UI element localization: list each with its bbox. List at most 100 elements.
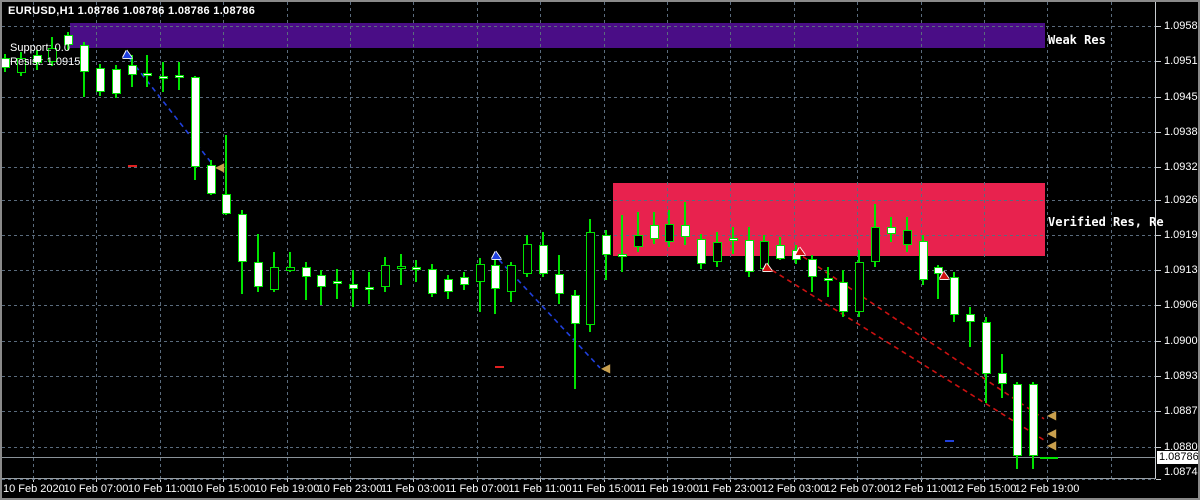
candle-body (523, 244, 532, 274)
price-axis[interactable]: 1.08786 1.09580 1.09515 1.09450 1.09385 1.09… (1156, 2, 1200, 480)
red-dash-marker[interactable] (495, 366, 504, 368)
candle-body (713, 242, 722, 262)
time-axis-label: 12 Feb 19:00 (1014, 483, 1080, 495)
candle-body (96, 68, 105, 92)
time-axis-label: 11 Feb 19:00 (634, 483, 699, 495)
ohlc-header: EURUSD,H1 1.08786 1.08786 1.08786 1.0878… (8, 5, 256, 17)
candle-body (650, 225, 659, 239)
price-axis-tick (1156, 411, 1161, 412)
candle-body (507, 265, 516, 292)
candle-body (555, 274, 564, 294)
current-price-line (2, 457, 1155, 458)
price-axis-tick (1156, 167, 1161, 168)
current-bar-open-tick (1040, 457, 1058, 459)
candle-body (444, 279, 453, 292)
price-axis-label: 1.08935 (1164, 370, 1200, 382)
candle-body (128, 65, 137, 75)
price-axis-label: 1.09000 (1164, 335, 1200, 347)
red-trend-1[interactable] (771, 269, 1045, 441)
candle-body (191, 77, 200, 167)
candle-body (238, 214, 247, 262)
candle-body (254, 262, 263, 287)
candle-body (539, 245, 548, 274)
candle-body (2, 58, 10, 68)
candle-wick (336, 269, 338, 299)
horizontal-gridline (2, 479, 1155, 480)
price-axis-label: 1.09320 (1164, 161, 1200, 173)
price-axis-tick (1156, 479, 1161, 480)
time-axis-label: 11 Feb 15:00 (571, 483, 636, 495)
price-axis-tick (1156, 447, 1161, 448)
weak-res-zone-label: Weak Res (1048, 33, 1106, 47)
candle-body (887, 227, 896, 234)
candle-body (919, 241, 928, 280)
time-axis-label: 11 Feb 03:00 (380, 483, 445, 495)
time-axis-label: 10 Feb 23:00 (317, 483, 383, 495)
gold-triangle[interactable]: ◀ (1047, 439, 1056, 451)
candle-wick (827, 267, 829, 297)
candle-body (998, 373, 1007, 384)
candle-body (491, 265, 500, 289)
gold-triangle[interactable]: ◀ (601, 362, 610, 374)
candle-body (950, 277, 959, 315)
candle-body (571, 295, 580, 324)
current-price-label: 1.08786 (1157, 451, 1198, 464)
candle-body (112, 69, 121, 94)
candle-body (428, 269, 437, 294)
candle-body (745, 240, 754, 272)
candle-body (143, 73, 152, 76)
price-axis-label: 1.09515 (1164, 55, 1200, 67)
time-axis-label: 12 Feb 03:00 (761, 483, 827, 495)
candle-body (776, 245, 785, 259)
price-axis-label: 1.08745 (1164, 466, 1200, 478)
candle-wick (969, 307, 971, 347)
blue-dash-marker[interactable] (945, 440, 954, 442)
resist-label: Resist: 1.09157 (10, 56, 87, 68)
price-axis-label: 1.09450 (1164, 91, 1200, 103)
candle-body (729, 238, 738, 241)
time-axis-label: 10 Feb 07:00 (63, 483, 129, 495)
candle-body (476, 264, 485, 282)
time-axis-label: 12 Feb 11:00 (888, 483, 953, 495)
price-axis-tick (1156, 341, 1161, 342)
time-axis-label: 10 Feb 11:00 (127, 483, 192, 495)
candle-body (412, 267, 421, 270)
plot-area[interactable]: EURUSD,H1 1.08786 1.08786 1.08786 1.0878… (2, 2, 1164, 480)
price-axis-tick (1156, 235, 1161, 236)
candle-wick (146, 55, 148, 87)
time-axis-label: 11 Feb 11:00 (508, 483, 572, 495)
candle-body (681, 225, 690, 237)
candle-body (175, 75, 184, 78)
support-label: Support: 0.0 (10, 42, 70, 54)
price-axis-tick (1156, 61, 1161, 62)
gold-triangle[interactable]: ◀ (1047, 409, 1056, 421)
price-axis-tick (1156, 200, 1161, 201)
price-axis-label: 1.09065 (1164, 299, 1200, 311)
candle-body (808, 259, 817, 277)
candle-body (333, 281, 342, 284)
price-axis-label: 1.09260 (1164, 194, 1200, 206)
time-axis-label: 11 Feb 07:00 (444, 483, 509, 495)
candle-body (634, 235, 643, 247)
candle-body (302, 267, 311, 277)
candle-body (1029, 384, 1038, 456)
price-axis-tick (1156, 97, 1161, 98)
trendlines-layer[interactable] (2, 2, 1155, 478)
candle-body (839, 282, 848, 312)
time-axis[interactable]: 10 Feb 2020 10 Feb 07:00 10 Feb 11:00 10 Fe… (2, 479, 1198, 498)
candle-body (159, 76, 168, 79)
candle-body (286, 267, 295, 271)
time-axis-label: 12 Feb 15:00 (951, 483, 1017, 495)
candle-body (855, 262, 864, 312)
candle-wick (684, 202, 686, 245)
candle-wick (621, 215, 623, 272)
candle-wick (400, 254, 402, 285)
candle-body (982, 322, 991, 374)
candle-body (365, 287, 374, 290)
red-dash-marker[interactable] (128, 165, 137, 167)
candle-body (871, 227, 880, 262)
price-axis-tick (1156, 26, 1161, 27)
gold-triangle[interactable]: ◀ (215, 161, 224, 173)
candle-body (697, 239, 706, 264)
time-axis-label: 10 Feb 19:00 (254, 483, 320, 495)
